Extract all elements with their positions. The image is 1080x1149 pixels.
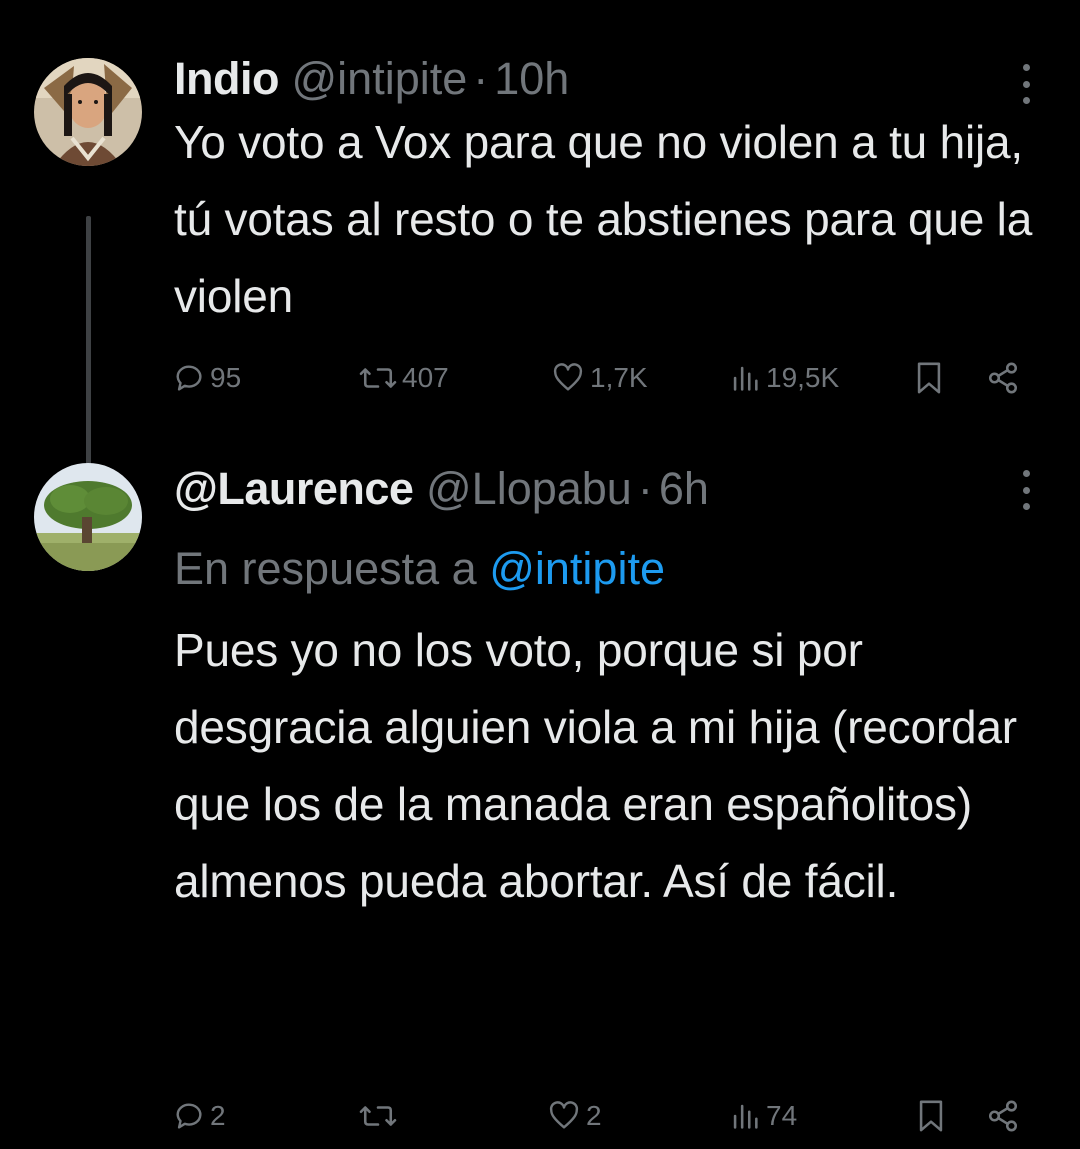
retweet-arrows-icon bbox=[359, 1106, 397, 1126]
user-handle[interactable]: @intipite bbox=[291, 53, 467, 104]
reply-button[interactable]: 2 bbox=[172, 1092, 226, 1140]
reply-mention-link[interactable]: @intipite bbox=[489, 543, 665, 594]
view-count: 19,5K bbox=[766, 362, 840, 393]
view-count: 74 bbox=[766, 1100, 798, 1131]
tweet-2[interactable]: @Laurence @Llopabu · 6h En respuesta a @in… bbox=[0, 460, 1080, 1149]
timestamp[interactable]: 10h bbox=[494, 53, 569, 104]
avatar[interactable] bbox=[34, 58, 142, 166]
retweet-button[interactable]: 407 bbox=[358, 354, 449, 402]
heart-icon bbox=[553, 363, 583, 391]
tweet-1[interactable]: Indio @intipite · 10h Yo voto a Vox para q… bbox=[0, 40, 1080, 470]
avatar[interactable] bbox=[34, 463, 142, 571]
separator: · bbox=[637, 463, 653, 514]
retweet-button[interactable] bbox=[358, 1092, 402, 1140]
separator: · bbox=[473, 53, 489, 104]
reply-prefix: En respuesta a bbox=[174, 543, 477, 594]
user-handle[interactable]: @Llopabu bbox=[426, 463, 632, 514]
reply-count: 2 bbox=[210, 1100, 226, 1131]
more-options-icon[interactable] bbox=[1016, 64, 1036, 104]
reply-count: 95 bbox=[210, 362, 242, 393]
heart-icon bbox=[549, 1101, 579, 1129]
tweet-text: Yo voto a Vox para que no violen a tu hi… bbox=[174, 116, 1033, 322]
thread-line bbox=[86, 216, 91, 470]
bookmark-button[interactable] bbox=[912, 354, 946, 402]
bar-chart-icon bbox=[733, 1104, 758, 1129]
tweet-header: Indio @intipite · 10h bbox=[174, 52, 569, 106]
speech-bubble-icon bbox=[176, 365, 202, 391]
bookmark-button[interactable] bbox=[914, 1092, 948, 1140]
retweet-arrows-icon bbox=[359, 368, 397, 388]
bookmark-icon bbox=[917, 362, 941, 394]
share-nodes-icon bbox=[988, 1100, 1018, 1132]
tweet-header: @Laurence @Llopabu · 6h bbox=[174, 462, 709, 516]
tweet-text: Pues yo no los voto, porque si por desgr… bbox=[174, 624, 1017, 907]
views-button[interactable]: 74 bbox=[728, 1092, 797, 1140]
like-count: 2 bbox=[586, 1100, 602, 1131]
more-options-icon[interactable] bbox=[1016, 470, 1036, 510]
reply-context: En respuesta a @intipite bbox=[174, 542, 665, 596]
like-button[interactable]: 1,7K bbox=[550, 354, 648, 402]
retweet-count: 407 bbox=[402, 362, 449, 393]
share-button[interactable] bbox=[984, 1092, 1022, 1140]
display-name[interactable]: @Laurence bbox=[174, 463, 414, 514]
bookmark-icon bbox=[919, 1100, 943, 1132]
action-bar: 2 2 74 bbox=[172, 1092, 1030, 1140]
like-count: 1,7K bbox=[590, 362, 648, 393]
reply-button[interactable]: 95 bbox=[172, 354, 241, 402]
action-bar: 95 407 1,7K 19,5K bbox=[172, 354, 1030, 402]
display-name[interactable]: Indio bbox=[174, 53, 279, 104]
share-nodes-icon bbox=[988, 362, 1018, 394]
timestamp[interactable]: 6h bbox=[659, 463, 709, 514]
share-button[interactable] bbox=[984, 354, 1022, 402]
like-button[interactable]: 2 bbox=[546, 1092, 602, 1140]
views-button[interactable]: 19,5K bbox=[728, 354, 839, 402]
bar-chart-icon bbox=[733, 366, 758, 391]
speech-bubble-icon bbox=[176, 1103, 202, 1129]
